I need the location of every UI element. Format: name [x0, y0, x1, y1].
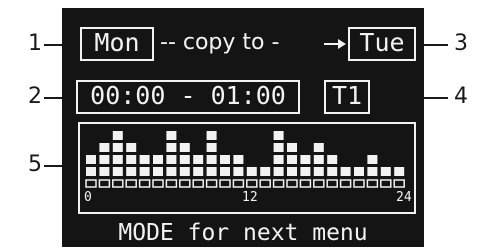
histogram-block — [367, 167, 378, 176]
histogram-block — [86, 167, 96, 176]
histogram-block — [273, 131, 284, 140]
hour-segment — [326, 179, 338, 188]
callout-3: 3 — [454, 31, 468, 56]
hour-segment — [179, 179, 191, 188]
histogram-block — [179, 143, 190, 152]
histogram-block — [313, 167, 324, 176]
histogram-block — [287, 167, 297, 176]
hour-segment — [152, 179, 164, 188]
histogram-block — [126, 143, 137, 152]
histogram-block — [206, 155, 217, 164]
histogram-axis-label-12: 12 — [242, 190, 258, 205]
histogram-block — [380, 167, 391, 176]
histogram-block — [99, 155, 110, 164]
histogram-block — [313, 155, 324, 164]
histogram-block — [193, 155, 204, 164]
histogram-block — [153, 167, 163, 176]
callout-4: 4 — [454, 84, 468, 109]
histogram-block — [260, 167, 271, 176]
histogram-axis-label-0: 0 — [84, 190, 92, 205]
hour-segment — [125, 179, 137, 188]
histogram-block — [112, 167, 123, 176]
hour-segment — [286, 179, 298, 188]
histogram-block — [166, 143, 177, 152]
hour-segment — [219, 179, 231, 188]
histogram-block — [139, 167, 150, 176]
histogram-block — [193, 167, 204, 176]
histogram-block — [179, 155, 190, 164]
callout-1: 1 — [28, 31, 42, 56]
histogram-block — [206, 143, 217, 152]
histogram-block — [273, 167, 284, 176]
histogram-block — [327, 167, 338, 176]
histogram-block — [112, 155, 123, 164]
histogram-block — [99, 143, 110, 152]
histogram-block — [112, 143, 123, 152]
hour-segment — [313, 179, 325, 188]
histogram-block — [166, 167, 177, 176]
histogram-block — [300, 167, 311, 176]
lcd-screen: Mon -- copy to - Tue 00:00 - 01:00 T1 0 … — [62, 8, 424, 247]
histogram-axis-label-24: 24 — [396, 190, 412, 205]
histogram-block — [233, 167, 244, 176]
hour-segment — [272, 179, 285, 188]
hour-segment — [339, 179, 352, 188]
histogram-block — [179, 167, 190, 176]
histogram-block — [300, 155, 311, 164]
hour-segment — [205, 179, 218, 188]
hour-segment — [380, 179, 392, 188]
hour-segment — [98, 179, 111, 188]
histogram-block — [354, 167, 364, 176]
callout-2: 2 — [28, 84, 42, 109]
histogram-block — [233, 155, 244, 164]
hour-segment — [366, 179, 379, 188]
hour-segment — [259, 179, 271, 188]
callout-5: 5 — [28, 152, 42, 177]
hour-segment — [112, 179, 124, 188]
hour-segment — [393, 179, 405, 188]
histogram-block — [273, 143, 284, 152]
footer-hint: MODE for next menu — [118, 220, 368, 246]
histogram-block — [220, 167, 230, 176]
histogram-block — [206, 131, 217, 140]
histogram-block — [246, 167, 257, 176]
histogram-block — [287, 155, 297, 164]
hour-segment — [232, 179, 245, 188]
hour-segment — [353, 179, 365, 188]
histogram-block — [99, 167, 110, 176]
histogram-block — [220, 155, 230, 164]
histogram-block — [112, 131, 123, 140]
hour-segment — [192, 179, 204, 188]
histogram-block — [287, 143, 297, 152]
hour-segment — [299, 179, 312, 188]
histogram-block — [86, 155, 96, 164]
histogram-block — [340, 167, 351, 176]
histogram-block — [139, 155, 150, 164]
hour-segment — [138, 179, 151, 188]
histogram-block — [206, 167, 217, 176]
histogram-block — [153, 155, 163, 164]
histogram-graphic — [85, 131, 405, 188]
histogram-block — [394, 167, 405, 176]
histogram-block — [327, 155, 338, 164]
histogram-block — [367, 155, 378, 164]
hour-segment — [85, 179, 97, 188]
hour-segment — [165, 179, 178, 188]
histogram-block — [126, 167, 137, 176]
histogram-block — [126, 155, 137, 164]
histogram-block — [166, 155, 177, 164]
histogram-block — [166, 131, 177, 140]
histogram-block — [313, 143, 324, 152]
hour-segment — [246, 179, 258, 188]
histogram-block — [273, 155, 284, 164]
